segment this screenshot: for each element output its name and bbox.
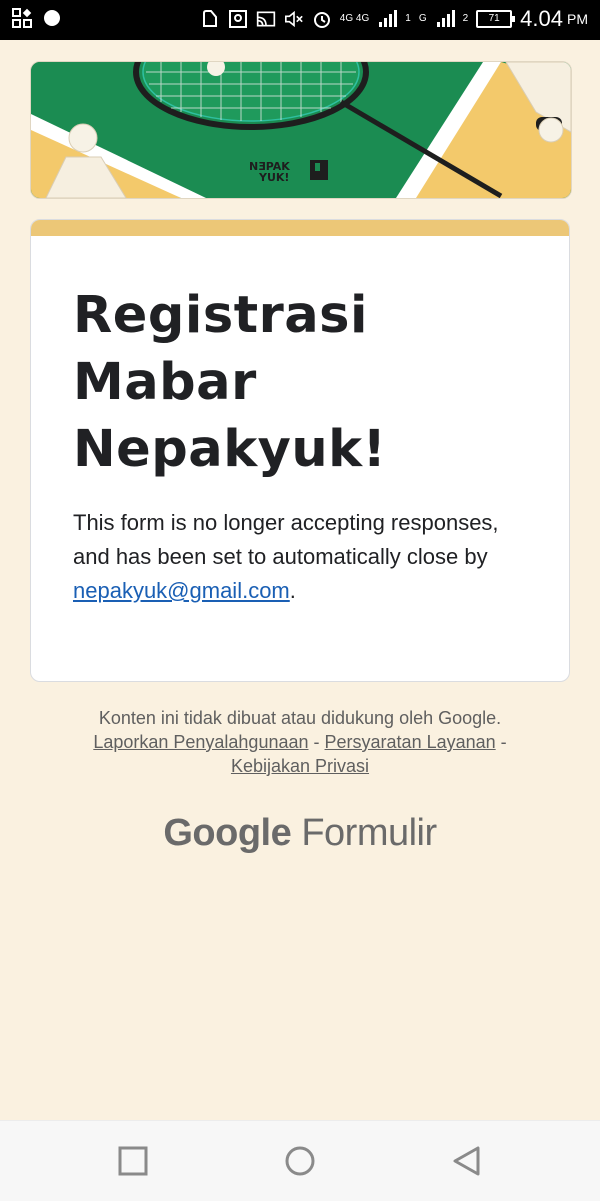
sim-1-label: 1 <box>405 13 411 24</box>
form-closed-message: This form is no longer accepting respons… <box>73 506 533 608</box>
network-type-label-2: G <box>418 13 427 24</box>
terms-of-service-link[interactable]: Persyaratan Layanan <box>325 732 496 752</box>
status-bar: 4G 4G 1 G 2 71 4.04 PM <box>0 0 600 40</box>
image-icon <box>228 10 247 28</box>
footer: Konten ini tidak dibuat atau didukung ol… <box>40 706 560 778</box>
recent-apps-icon[interactable] <box>117 1145 149 1177</box>
card-accent-bar <box>31 220 569 236</box>
form-header-card: Registrasi Mabar Nepakyuk! This form is … <box>30 219 570 682</box>
report-abuse-link[interactable]: Laporkan Penyalahgunaan <box>93 732 308 752</box>
form-closed-text-end: . <box>289 578 296 603</box>
signal-icon <box>379 10 398 27</box>
form-title: Registrasi Mabar Nepakyuk! <box>73 286 387 479</box>
clock-time: 4.04 <box>520 6 563 31</box>
signal-icon-2 <box>436 10 455 27</box>
header-banner-image: NƎPAK YUK! <box>30 61 572 199</box>
android-navigation-bar <box>0 1120 600 1201</box>
footer-separator: - <box>313 732 320 752</box>
battery-icon: 71 <box>476 10 516 28</box>
google-disclaimer: Konten ini tidak dibuat atau didukung ol… <box>98 708 502 728</box>
notification-icon <box>202 10 217 27</box>
qr-scan-icon <box>12 8 32 28</box>
sim-2-label: 2 <box>462 13 469 24</box>
home-icon[interactable] <box>284 1145 316 1177</box>
footer-separator-2: - <box>500 732 507 752</box>
cast-icon <box>256 11 275 27</box>
privacy-policy-link[interactable]: Kebijakan Privasi <box>231 756 369 776</box>
owner-email-link[interactable]: nepakyuk@gmail.com <box>73 578 290 603</box>
form-closed-text: This form is no longer accepting respons… <box>73 510 499 569</box>
google-wordmark: Google <box>163 812 292 854</box>
google-forms-logo[interactable]: Google Formulir <box>0 812 600 855</box>
mute-icon <box>284 10 303 28</box>
circle-dot-icon <box>44 10 60 26</box>
alarm-icon <box>313 12 330 28</box>
back-icon[interactable] <box>451 1145 483 1177</box>
forms-wordmark: Formulir <box>301 812 437 854</box>
network-type-label: 4G 4G <box>339 13 370 24</box>
clock-ampm: PM <box>567 11 588 27</box>
svg-text:YUK!: YUK! <box>258 171 289 184</box>
